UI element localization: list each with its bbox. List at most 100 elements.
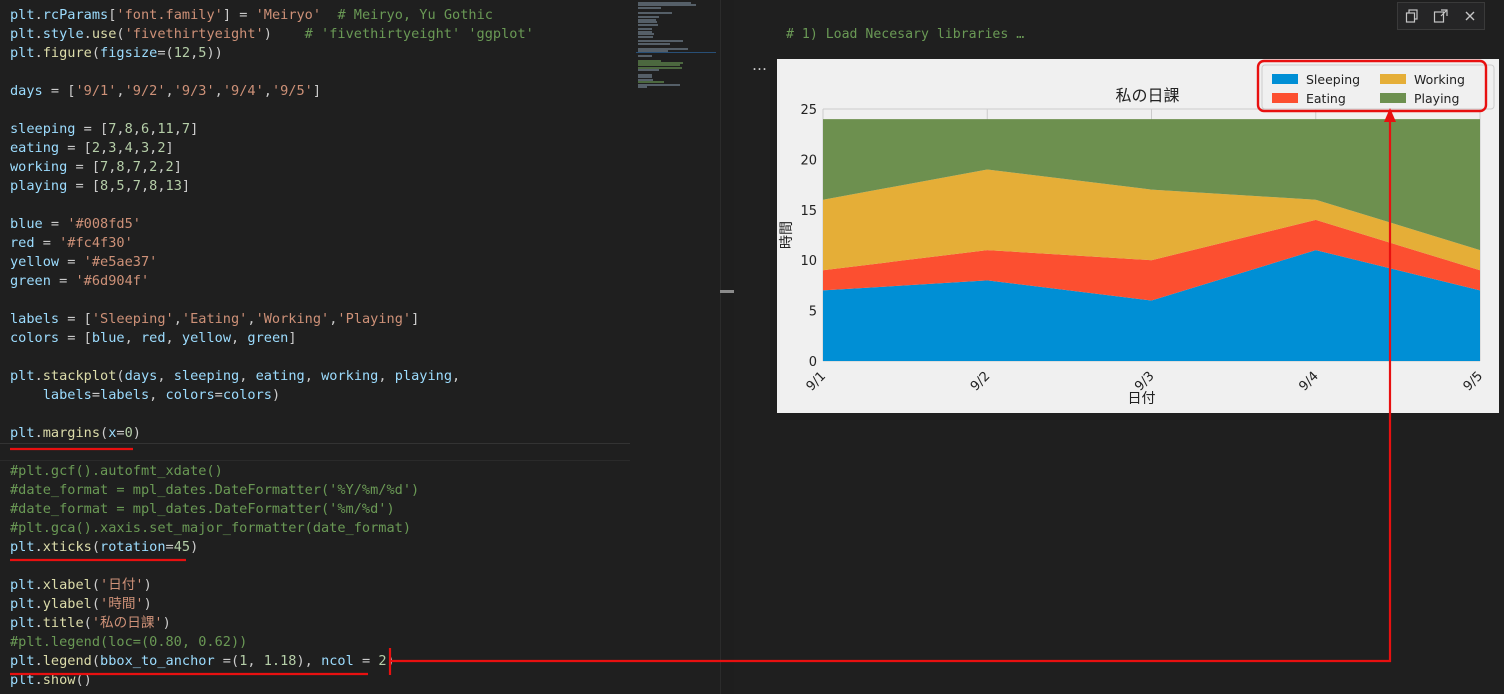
legend-label-playing: Playing (1414, 91, 1459, 106)
code-line[interactable]: yellow = '#e5ae37' (10, 253, 157, 272)
code-line[interactable]: plt.xlabel('日付') (10, 576, 152, 595)
code-line[interactable]: colors = [blue, red, yellow, green] (10, 329, 297, 348)
code-token: 2 (378, 653, 387, 669)
code-token: 5 (116, 178, 125, 194)
code-token: , (157, 368, 174, 384)
cell-more-actions[interactable]: … (752, 56, 767, 74)
code-token: , (140, 178, 150, 194)
code-token: #plt.legend(loc=(0.80, 0.62)) (10, 634, 248, 650)
code-token: ] (173, 159, 182, 175)
code-line[interactable]: plt.ylabel('時間') (10, 595, 152, 614)
close-icon[interactable] (1459, 5, 1481, 27)
code-token: plt (10, 615, 35, 631)
minimap-line (638, 6, 662, 9)
code-line[interactable]: blue = '#008fd5' (10, 215, 141, 234)
code-token: xticks (42, 539, 92, 555)
code-token: 'font.family' (116, 7, 223, 23)
code-line[interactable]: #plt.gcf().autofmt_xdate() (10, 462, 223, 481)
code-line[interactable]: plt.title('私の日課') (10, 614, 171, 633)
code-line[interactable]: plt.stackplot(days, sleeping, eating, wo… (10, 367, 460, 386)
code-token: # Meiryo, Yu Gothic (337, 7, 493, 23)
code-line[interactable]: green = '#6d904f' (10, 272, 149, 291)
code-token: #plt.gca().xaxis.set_major_formatter(dat… (10, 520, 412, 536)
code-line[interactable]: working = [7,8,7,2,2] (10, 158, 182, 177)
code-token: . (34, 577, 43, 593)
code-token: colors (10, 330, 60, 346)
code-line[interactable]: plt.margins(x=0) (10, 424, 141, 443)
code-token: , (165, 330, 182, 346)
code-token: margins (42, 425, 101, 441)
code-token: 'Meiryo' (255, 7, 322, 23)
code-line[interactable]: labels=labels, colors=colors) (10, 386, 280, 405)
code-token: ( (91, 45, 101, 61)
code-token: ( (91, 539, 101, 555)
code-line[interactable]: labels = ['Sleeping','Eating','Working',… (10, 310, 419, 329)
code-line[interactable]: playing = [8,5,7,8,13] (10, 177, 190, 196)
code-token: ), (296, 653, 322, 669)
code-token: ) (263, 26, 305, 42)
code-token: . (34, 539, 43, 555)
code-line[interactable]: sleeping = [7,8,6,11,7] (10, 120, 198, 139)
minimap-line (638, 35, 654, 38)
code-token: ] (165, 140, 174, 156)
code-editor[interactable]: plt.rcParams['font.family'] = 'Meiryo' #… (0, 0, 720, 694)
code-token: plt (10, 45, 35, 61)
code-token: = [ (67, 159, 101, 175)
code-line[interactable]: #plt.legend(loc=(0.80, 0.62)) (10, 633, 247, 652)
code-token: . (34, 45, 43, 61)
code-token: plt (10, 425, 35, 441)
code-line[interactable]: red = '#fc4f30' (10, 234, 133, 253)
code-token: ) (271, 387, 281, 403)
x-tick-label: 9/4 (1296, 369, 1321, 394)
code-token: '9/1' (75, 83, 117, 99)
code-line[interactable]: plt.show() (10, 671, 92, 690)
legend-swatch-eating (1272, 93, 1298, 103)
code-token: plt (10, 368, 35, 384)
code-token: eating (255, 368, 305, 384)
code-line[interactable]: #date_format = mpl_dates.DateFormatter('… (10, 500, 395, 519)
collapsed-code-preview[interactable]: # 1) Load Necesary libraries … (786, 26, 1024, 44)
code-line[interactable]: eating = [2,3,4,3,2] (10, 139, 174, 158)
code-token: ) (190, 539, 199, 555)
code-token: colors (222, 387, 272, 403)
code-line[interactable]: plt.rcParams['font.family'] = 'Meiryo' #… (10, 6, 493, 25)
code-line[interactable]: #plt.gca().xaxis.set_major_formatter(dat… (10, 519, 411, 538)
code-token: = [ (59, 311, 92, 327)
code-token: ) (143, 577, 152, 593)
code-token: ( (100, 425, 109, 441)
legend-swatch-playing (1380, 93, 1406, 103)
code-token: green (10, 273, 51, 289)
code-line[interactable]: plt.legend(bbox_to_anchor =(1, 1.18), nc… (10, 652, 395, 671)
legend-swatch-working (1380, 74, 1406, 84)
code-token: = [ (59, 330, 92, 346)
code-token: . (34, 653, 43, 669)
code-token: 8 (116, 159, 125, 175)
code-token: 45 (173, 539, 191, 555)
minimap[interactable] (636, 0, 716, 90)
code-line[interactable]: plt.xticks(rotation=45) (10, 538, 198, 557)
y-axis-label: 時間 (779, 221, 795, 249)
code-line[interactable]: #date_format = mpl_dates.DateFormatter('… (10, 481, 419, 500)
code-line[interactable]: plt.figure(figsize=(12,5)) (10, 44, 223, 63)
code-token: labels (10, 311, 60, 327)
code-token: = (91, 387, 101, 403)
code-token: , (231, 330, 248, 346)
x-axis-label: 日付 (1128, 391, 1156, 407)
code-token: '#6d904f' (75, 273, 150, 289)
code-token: stackplot (42, 368, 117, 384)
code-token: plt (10, 596, 35, 612)
code-token: . (34, 672, 43, 688)
code-line[interactable]: plt.style.use('fivethirtyeight') # 'five… (10, 25, 534, 44)
code-token: , (247, 311, 256, 327)
code-token: ( (116, 368, 125, 384)
code-token: , (124, 178, 133, 194)
legend-label-eating: Eating (1306, 91, 1346, 106)
copy-icon[interactable] (1401, 5, 1423, 27)
open-output-icon[interactable] (1430, 5, 1452, 27)
code-token: ] (288, 330, 297, 346)
code-line[interactable]: days = ['9/1','9/2','9/3','9/4','9/5'] (10, 82, 321, 101)
code-token: show (42, 672, 76, 688)
code-token: 2 (157, 140, 166, 156)
code-token: ] (190, 121, 199, 137)
sash-handle[interactable] (720, 290, 734, 293)
